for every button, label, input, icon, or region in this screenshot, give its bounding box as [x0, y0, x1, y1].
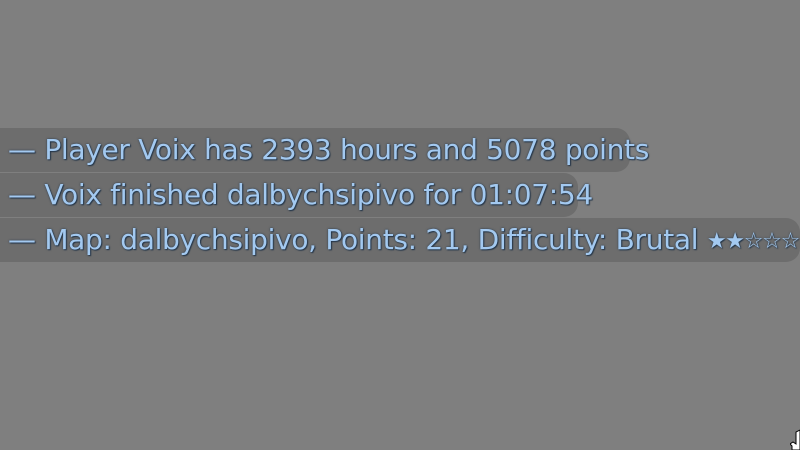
- chat-line-text: — Map: dalbychsipivo, Points: 21, Diffic…: [8, 221, 800, 261]
- mouse-cursor-icon: [790, 429, 800, 450]
- star-outline-icon: ☆: [743, 229, 764, 254]
- star-outline-icon: ☆: [762, 229, 782, 254]
- chat-line-text: — Voix finished dalbychsipivo for 01:07:…: [8, 176, 593, 214]
- star-icon: ★: [706, 229, 727, 254]
- chat-line-map-info: — Map: dalbychsipivo, Points: 21, Diffic…: [0, 218, 800, 262]
- difficulty-stars: ★★☆☆☆: [706, 221, 800, 261]
- star-outline-icon: ☆: [780, 229, 800, 254]
- star-icon: ★: [725, 229, 745, 254]
- chat-line-text: — Player Voix has 2393 hours and 5078 po…: [8, 131, 649, 169]
- chat-line-prefix: —: [8, 178, 36, 211]
- chat-message: Voix finished dalbychsipivo for 01:07:54: [44, 178, 593, 211]
- chat-message: Player Voix has 2393 hours and 5078 poin…: [44, 133, 650, 166]
- chat-line-player-stats: — Player Voix has 2393 hours and 5078 po…: [0, 128, 800, 172]
- chat-log: — Player Voix has 2393 hours and 5078 po…: [0, 128, 800, 263]
- chat-message: Map: dalbychsipivo, Points: 21, Difficul…: [44, 223, 699, 256]
- chat-line-prefix: —: [8, 223, 36, 256]
- chat-line-finish: — Voix finished dalbychsipivo for 01:07:…: [0, 173, 800, 217]
- chat-line-prefix: —: [8, 133, 36, 166]
